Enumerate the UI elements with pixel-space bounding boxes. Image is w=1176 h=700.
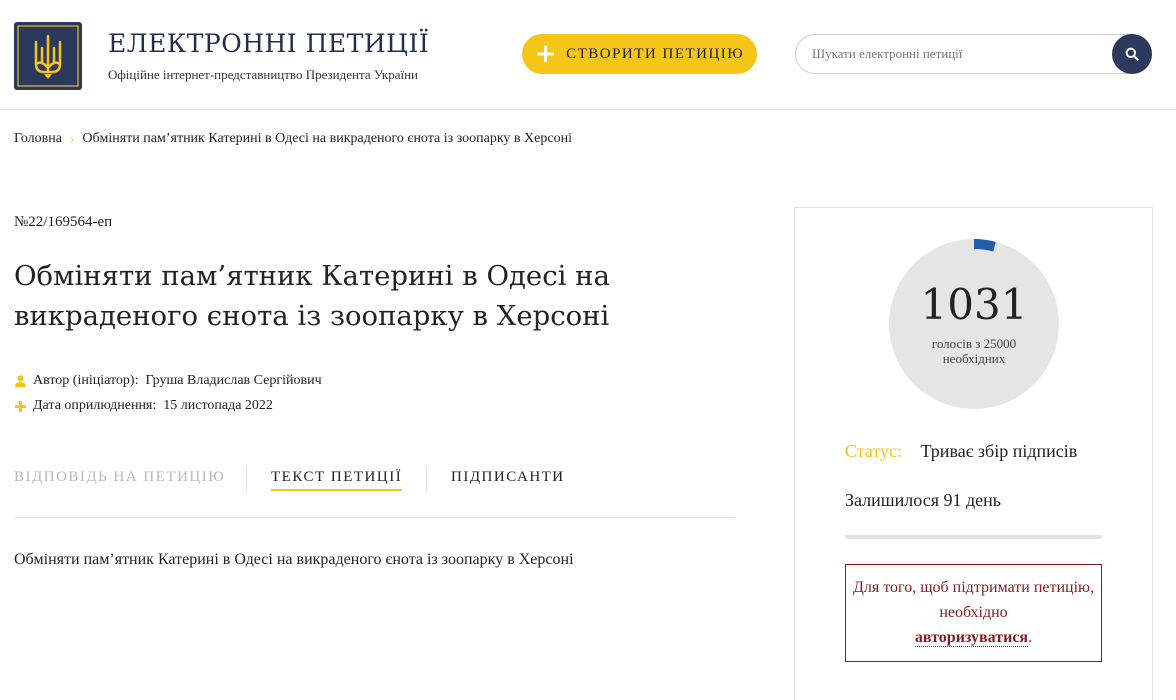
site-title[interactable]: ЕЛЕКТРОННІ ПЕТИЦІЇ	[108, 29, 429, 58]
search-button[interactable]	[1112, 34, 1152, 74]
tab-text[interactable]: ТЕКСТ ПЕТИЦІЇ	[271, 469, 403, 491]
chevron-right-icon: ›	[69, 132, 75, 146]
status-value: Триває збір підписів	[920, 441, 1078, 461]
search-box	[795, 34, 1152, 74]
site-subtitle: Офіційне інтернет-представництво Президе…	[108, 67, 419, 82]
days-progress-bar	[845, 535, 1102, 539]
tab-divider	[246, 466, 247, 492]
user-icon	[14, 375, 26, 387]
tab-answer[interactable]: ВІДПОВІДЬ НА ПЕТИЦІЮ	[14, 469, 225, 486]
auth-text-end: .	[1028, 629, 1033, 646]
votes-label: голосів з 25000 необхідних	[931, 336, 1017, 366]
author-name: Груша Владислав Сергійович	[145, 373, 322, 388]
breadcrumb-current: Обміняти пам’ятник Катерині в Одесі на в…	[82, 131, 572, 146]
petition-status: Статус: Триває збір підписів	[845, 441, 1077, 462]
auth-text: Для того, щоб підтримати петицію, необхі…	[853, 579, 1094, 621]
votes-count: 1031	[920, 280, 1028, 329]
login-link[interactable]: авторизуватися	[914, 629, 1029, 647]
petition-number: №22/169564-еп	[14, 214, 113, 230]
plus-icon	[14, 400, 26, 412]
site-header: ЕЛЕКТРОННІ ПЕТИЦІЇ Офіційне інтернет-пре…	[0, 0, 1176, 110]
status-label: Статус:	[845, 441, 902, 461]
votes-progress-circle: 1031 голосів з 25000 необхідних	[888, 238, 1060, 410]
create-petition-label: СТВОРИТИ ПЕТИЦІЮ	[566, 45, 745, 62]
petition-date: Дата оприлюднення: 15 листопада 2022	[14, 398, 273, 414]
search-input[interactable]	[812, 35, 1102, 73]
petition-tabs: ВІДПОВІДЬ НА ПЕТИЦІЮ ТЕКСТ ПЕТИЦІЇ ПІДПИ…	[14, 466, 735, 518]
create-petition-button[interactable]: + СТВОРИТИ ПЕТИЦІЮ	[522, 34, 757, 74]
date-label: Дата оприлюднення:	[33, 398, 157, 413]
trident-icon[interactable]	[14, 22, 82, 90]
petition-author: Автор (ініціатор): Груша Владислав Сергі…	[14, 373, 322, 389]
tab-signers[interactable]: ПІДПИСАНТИ	[451, 469, 565, 486]
breadcrumb-home[interactable]: Головна	[14, 131, 62, 147]
petition-text: Обміняти пам’ятник Катерині в Одесі на в…	[14, 551, 574, 568]
tab-divider	[426, 466, 427, 492]
plus-icon: +	[534, 39, 559, 69]
days-remaining: Залишилося 91 день	[845, 490, 1001, 510]
breadcrumb: Головна › Обміняти пам’ятник Катерині в …	[14, 131, 572, 147]
author-label: Автор (ініціатор):	[33, 373, 139, 388]
petition-sidebar: 1031 голосів з 25000 необхідних Статус: …	[794, 207, 1153, 700]
search-icon	[1125, 47, 1139, 61]
petition-title: Обміняти пам’ятник Катерині в Одесі на в…	[14, 260, 610, 332]
auth-notice: Для того, щоб підтримати петицію, необхі…	[845, 564, 1102, 662]
date-value: 15 листопада 2022	[163, 398, 273, 413]
